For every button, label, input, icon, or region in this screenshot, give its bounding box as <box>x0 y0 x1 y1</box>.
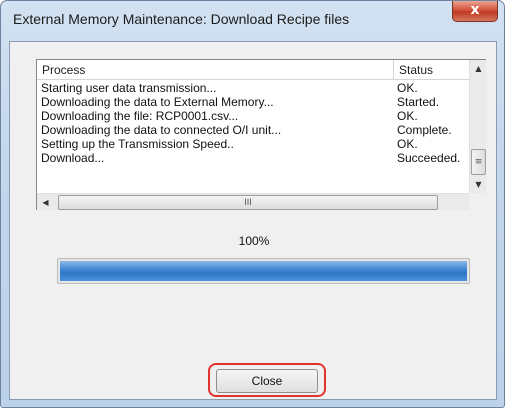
column-header-status[interactable]: Status <box>394 60 469 80</box>
status-cell: OK. <box>397 137 418 151</box>
close-button-highlight: Close <box>208 363 326 397</box>
process-cell: Downloading the file: RCP0001.csv... <box>41 109 239 123</box>
grip-icon: ≡ <box>474 157 483 167</box>
status-cell: Succeeded. <box>397 151 461 165</box>
list-item[interactable]: Downloading the data to connected O/I un… <box>37 123 469 137</box>
list-header: Process Status <box>37 60 469 80</box>
process-list[interactable]: Process Status Starting user data transm… <box>36 59 486 210</box>
list-item[interactable]: Setting up the Transmission Speed.. OK. <box>37 137 469 151</box>
process-cell: Downloading the data to connected O/I un… <box>41 123 282 137</box>
vertical-scrollbar[interactable]: ▲ ≡ ▼ <box>469 60 486 193</box>
dialog-window: External Memory Maintenance: Download Re… <box>0 0 505 408</box>
status-cell: OK. <box>397 81 418 95</box>
dialog-client-area: Process Status Starting user data transm… <box>9 41 497 400</box>
status-cell: Complete. <box>397 123 452 137</box>
close-button[interactable]: Close <box>216 369 318 393</box>
window-close-button[interactable]: x <box>452 1 498 22</box>
scroll-up-arrow-icon[interactable]: ▲ <box>470 60 487 77</box>
process-cell: Downloading the data to External Memory.… <box>41 95 274 109</box>
vertical-scroll-thumb[interactable]: ≡ <box>471 149 486 175</box>
list-item[interactable]: Starting user data transmission... OK. <box>37 81 469 95</box>
horizontal-scrollbar[interactable]: ◀ III <box>37 193 469 210</box>
list-item[interactable]: Downloading the file: RCP0001.csv... OK. <box>37 109 469 123</box>
process-cell: Download... <box>41 151 105 165</box>
close-icon: x <box>470 2 480 18</box>
process-cell: Starting user data transmission... <box>41 81 217 95</box>
scroll-left-arrow-icon[interactable]: ◀ <box>37 194 54 211</box>
progress-percent-label: 100% <box>238 234 270 248</box>
scroll-down-arrow-icon[interactable]: ▼ <box>470 176 487 193</box>
grip-icon: III <box>244 197 252 207</box>
status-cell: OK. <box>397 109 418 123</box>
horizontal-scroll-thumb[interactable]: III <box>58 195 438 210</box>
progress-bar-fill <box>60 261 467 281</box>
list-item[interactable]: Download... Succeeded. <box>37 151 469 165</box>
list-body: Starting user data transmission... OK. Dow… <box>37 81 469 165</box>
list-item[interactable]: Downloading the data to External Memory.… <box>37 95 469 109</box>
scrollbar-corner <box>469 193 486 210</box>
status-cell: Started. <box>397 95 440 109</box>
window-title: External Memory Maintenance: Download Re… <box>13 11 350 27</box>
progress-bar <box>57 258 470 284</box>
column-header-process[interactable]: Process <box>37 60 394 80</box>
process-cell: Setting up the Transmission Speed.. <box>41 137 234 151</box>
